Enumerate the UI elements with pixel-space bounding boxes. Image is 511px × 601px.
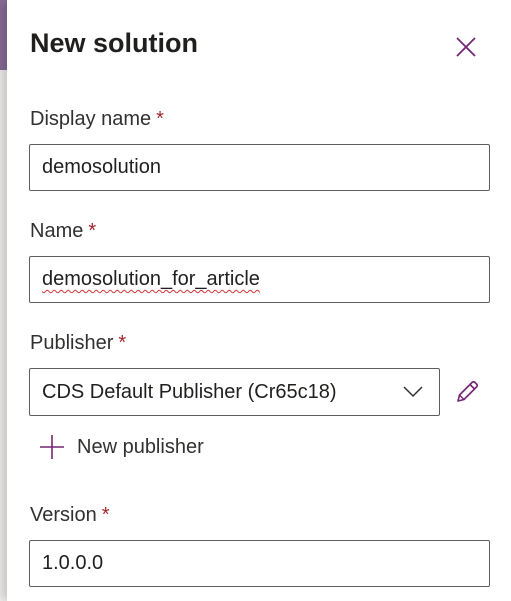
display-name-label: Display name *: [30, 108, 164, 131]
publisher-label-text: Publisher: [30, 332, 114, 354]
background-nav-accent: [0, 0, 7, 70]
display-name-label-text: Display name: [30, 108, 152, 130]
name-label: Name *: [30, 220, 96, 243]
chevron-down-icon: [401, 380, 425, 404]
plus-icon: [40, 435, 64, 459]
pencil-icon: [457, 380, 479, 402]
version-label-text: Version: [30, 504, 97, 526]
edit-publisher-button[interactable]: [452, 377, 482, 407]
publisher-dropdown[interactable]: CDS Default Publisher (Cr65c18): [29, 368, 440, 416]
name-input-value: demosolution_for_article: [42, 268, 260, 290]
required-marker: *: [88, 220, 97, 242]
display-name-input[interactable]: [29, 144, 490, 191]
new-publisher-button[interactable]: New publisher: [39, 431, 204, 463]
required-marker: *: [118, 332, 127, 354]
new-solution-panel: New solution Display name* Name* demosol…: [7, 0, 511, 601]
required-marker: *: [101, 504, 110, 526]
close-button[interactable]: [453, 34, 479, 60]
name-label-text: Name: [30, 220, 84, 242]
version-input[interactable]: [29, 540, 490, 587]
publisher-label: Publisher *: [30, 332, 126, 355]
panel-title: New solution: [30, 28, 198, 58]
required-marker: *: [156, 108, 164, 130]
version-label: Version *: [30, 504, 110, 527]
close-icon: [456, 37, 476, 57]
new-publisher-label: New publisher: [77, 435, 204, 458]
publisher-selected-value: CDS Default Publisher (Cr65c18): [42, 380, 337, 403]
name-input[interactable]: demosolution_for_article: [29, 256, 490, 303]
